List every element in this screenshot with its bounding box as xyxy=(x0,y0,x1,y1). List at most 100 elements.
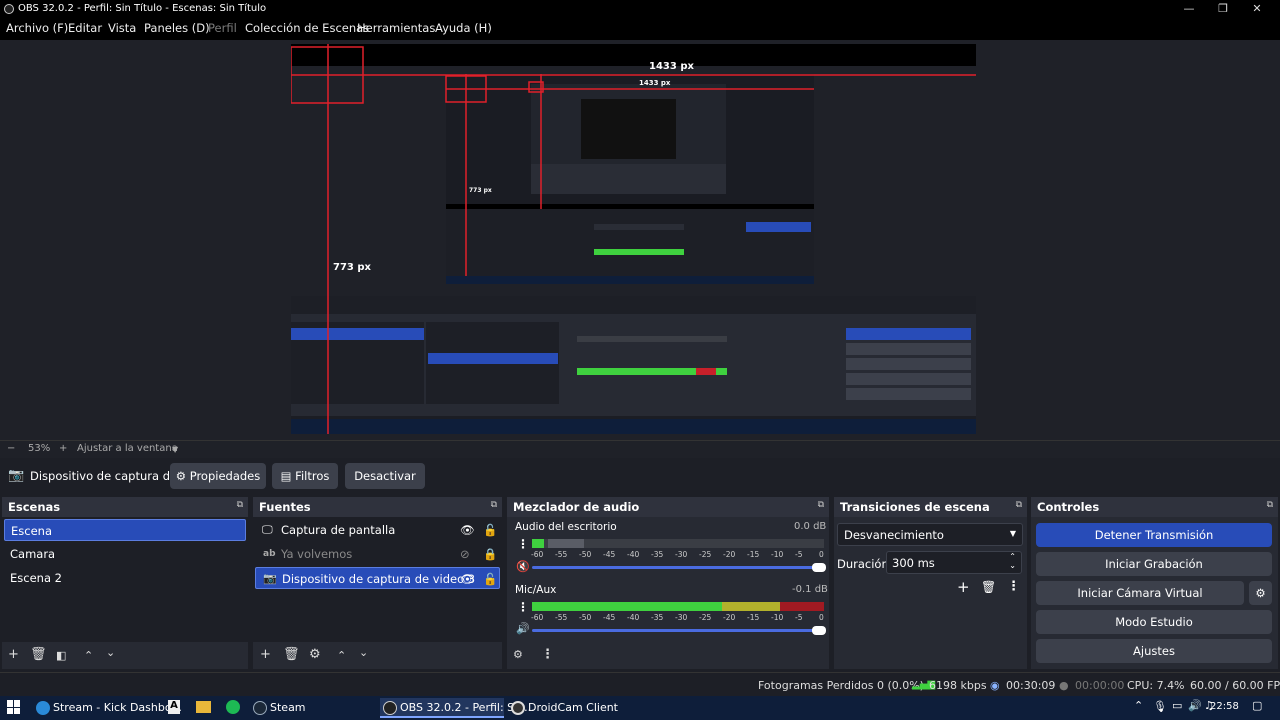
folder-icon[interactable] xyxy=(196,701,211,713)
scene-item-escena[interactable]: Escena xyxy=(4,519,246,541)
eye-hidden-icon[interactable]: ⊘ xyxy=(460,543,470,565)
source-item-captura[interactable]: 🖵 Captura de pantalla 👁 🔓 xyxy=(255,519,500,541)
menu-herramientas[interactable]: Herramientas xyxy=(357,21,435,35)
slider-handle[interactable] xyxy=(812,563,826,572)
network-icon[interactable]: ▭ xyxy=(1172,699,1182,712)
slider-handle[interactable] xyxy=(812,626,826,635)
filter-icon[interactable]: ◧ xyxy=(56,649,66,662)
menu-paneles[interactable]: Paneles (D) xyxy=(144,21,210,35)
scene-item-camara[interactable]: Camara xyxy=(4,543,246,565)
properties-button[interactable]: ⚙ Propiedades xyxy=(170,463,266,489)
start-virtual-camera-button[interactable]: Iniciar Cámara Virtual xyxy=(1036,581,1244,605)
deactivate-button[interactable]: Desactivar xyxy=(345,463,425,489)
spin-down-icon[interactable]: ⌄ xyxy=(1009,561,1016,570)
chevron-up-icon[interactable]: ⌃ xyxy=(1134,699,1143,712)
volume-icon[interactable]: 🔊 xyxy=(1188,699,1202,712)
taskbar-item-droidcam[interactable]: DroidCam Client xyxy=(508,698,632,718)
scale-tick: -35 xyxy=(651,613,664,622)
move-down-icon[interactable]: ⌄ xyxy=(106,646,115,659)
source-item-ya-volvemos[interactable]: ab Ya volvemos ⊘ 🔒 xyxy=(255,543,500,565)
kebab-menu-icon[interactable]: ⋮ xyxy=(541,647,554,662)
lock-icon[interactable]: 🔒 xyxy=(483,543,497,565)
eye-icon[interactable]: 👁 xyxy=(460,568,475,590)
volume-slider-mic[interactable] xyxy=(532,626,826,635)
gear-icon[interactable]: ⚙ xyxy=(309,647,321,662)
scale-tick: -60 xyxy=(531,613,544,622)
app-a-icon[interactable]: A xyxy=(168,700,180,714)
source-context-bar: 📷 Dispositivo de captura de v ⚙ Propieda… xyxy=(0,460,1280,492)
scale-tick: -60 xyxy=(531,550,544,559)
scale-tick: -20 xyxy=(723,550,736,559)
settings-button[interactable]: Ajustes xyxy=(1036,639,1272,663)
start-recording-button[interactable]: Iniciar Grabación xyxy=(1036,552,1272,576)
add-scene-icon[interactable]: + xyxy=(8,647,19,662)
filters-button[interactable]: ▤ Filtros xyxy=(272,463,338,489)
stop-streaming-button[interactable]: Detener Transmisión xyxy=(1036,523,1272,547)
unlock-icon[interactable]: 🔓 xyxy=(483,568,497,590)
add-transition-icon[interactable]: + xyxy=(957,578,970,596)
menu-archivo[interactable]: Archivo (F) xyxy=(6,21,68,35)
trash-icon[interactable]: 🗑 xyxy=(30,647,47,662)
taskbar-item-stream-kick[interactable]: Stream - Kick Dashbo... xyxy=(33,698,182,718)
menu-ayuda[interactable]: Ayuda (H) xyxy=(435,21,492,35)
menu-perfil[interactable]: Perfil xyxy=(208,21,237,35)
duration-spinbox[interactable]: 300 ms ⌃ ⌄ xyxy=(886,551,1022,574)
minimize-button[interactable]: — xyxy=(1172,0,1206,18)
transition-select[interactable]: Desvanecimiento ▼ xyxy=(837,523,1023,546)
virtual-camera-settings-button[interactable]: ⚙ xyxy=(1249,581,1272,605)
notification-icon[interactable]: ▢ xyxy=(1252,699,1262,712)
muted-speaker-icon[interactable]: 🔇 xyxy=(516,560,530,573)
advanced-audio-icon[interactable]: ⚙ xyxy=(513,648,523,661)
zoom-bar: − 53% + Ajustar a la ventana ▼ xyxy=(0,440,1280,458)
move-down-icon[interactable]: ⌄ xyxy=(359,646,368,659)
controls-header: Controles ⧉ xyxy=(1031,497,1278,517)
undock-icon[interactable]: ⧉ xyxy=(1016,500,1022,510)
trash-icon[interactable]: 🗑 xyxy=(283,647,300,662)
maximize-button[interactable]: ❐ xyxy=(1206,0,1240,18)
kebab-menu-icon[interactable]: ⋮ xyxy=(1007,579,1020,594)
scale-tick: -55 xyxy=(555,613,568,622)
volume-slider-desktop[interactable] xyxy=(532,563,826,572)
undock-icon[interactable]: ⧉ xyxy=(818,500,824,510)
preview-canvas[interactable]: 1433 px 773 px 1433 px 773 px xyxy=(291,44,976,434)
move-up-icon[interactable]: ⌃ xyxy=(337,649,346,662)
windows-start-icon[interactable] xyxy=(7,700,21,714)
mixer-channels: Audio del escritorio 0.0 dB ⋮ -60 -55 -50-… xyxy=(507,517,829,642)
menu-coleccion-escenas[interactable]: Colección de Escenas xyxy=(245,21,369,35)
kebab-menu-icon[interactable]: ⋮ xyxy=(517,537,529,551)
close-button[interactable]: ✕ xyxy=(1240,0,1274,18)
speaker-icon[interactable]: 🔊 xyxy=(516,622,530,635)
menu-vista[interactable]: Vista xyxy=(108,21,136,35)
add-source-icon[interactable]: + xyxy=(260,647,271,662)
fit-window-dropdown[interactable]: Ajustar a la ventana xyxy=(77,443,178,454)
scale-tick: -40 xyxy=(627,613,640,622)
undock-icon[interactable]: ⧉ xyxy=(1267,500,1273,510)
taskbar-item-steam[interactable]: Steam xyxy=(250,698,365,718)
chevron-down-icon[interactable]: ▼ xyxy=(172,445,178,454)
window-title: OBS 32.0.2 - Perfil: Sin Título - Escena… xyxy=(18,3,267,14)
undock-icon[interactable]: ⧉ xyxy=(491,500,497,510)
spin-up-icon[interactable]: ⌃ xyxy=(1009,552,1016,561)
windows-taskbar: Stream - Kick Dashbo... A Steam OBS 32.0… xyxy=(0,696,1280,720)
channel-name-mic: Mic/Aux xyxy=(515,584,557,596)
source-item-dispositivo-video[interactable]: 📷 Dispositivo de captura de video 3 👁 🔓 xyxy=(255,567,500,589)
cpu-usage: CPU: 7.4% xyxy=(1127,679,1185,692)
trash-icon[interactable]: 🗑 xyxy=(981,580,996,594)
menu-editar[interactable]: Editar xyxy=(68,21,102,35)
eye-icon[interactable]: 👁 xyxy=(460,519,475,541)
channel-name-desktop: Audio del escritorio xyxy=(515,521,617,533)
undock-icon[interactable]: ⧉ xyxy=(237,500,243,510)
move-up-icon[interactable]: ⌃ xyxy=(84,649,93,662)
unlock-icon[interactable]: 🔓 xyxy=(483,519,497,541)
stream-time: 00:30:09 xyxy=(1006,679,1056,692)
studio-mode-button[interactable]: Modo Estudio xyxy=(1036,610,1272,634)
scenes-list: Escena Camara Escena 2 xyxy=(2,517,248,642)
zoom-in-button[interactable]: + xyxy=(59,443,67,454)
scene-item-escena-2[interactable]: Escena 2 xyxy=(4,567,246,589)
spotify-icon[interactable] xyxy=(226,700,240,714)
microphone-icon[interactable]: 🎙 xyxy=(1153,700,1167,713)
taskbar-item-obs[interactable]: OBS 32.0.2 - Perfil: Sin... xyxy=(380,698,535,718)
zoom-out-button[interactable]: − xyxy=(7,443,15,454)
clock[interactable]: 22:58 xyxy=(1210,701,1239,712)
kebab-menu-icon[interactable]: ⋮ xyxy=(517,600,529,614)
